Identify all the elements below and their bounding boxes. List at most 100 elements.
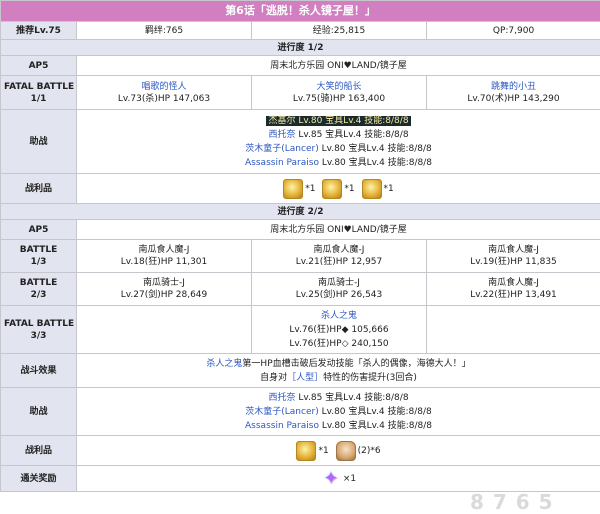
support-item: 杰基尔 Lv.80 宝具Lv.4 技能:8/8/8 <box>80 114 597 128</box>
enemy-stats: Lv.27(剑)HP 28,649 <box>120 290 208 300</box>
enemy-name[interactable]: 唱歌的怪人 <box>80 81 248 93</box>
loot-item[interactable]: *1 <box>322 178 355 199</box>
enemy-cell: 跳舞的小丑 Lv.70(术)HP 143,290 <box>425 75 600 110</box>
ap-row-1: AP5 周末北方乐园 ONI♥LAND/镜子屋 <box>0 55 600 76</box>
loot-row-1: 战利品 *1 *1 *1 <box>0 173 600 204</box>
enemy-name: 南瓜食人魔-J <box>488 245 539 255</box>
reward-item[interactable]: ✦ ×1 <box>321 467 356 489</box>
exp-value: 经验:25,815 <box>251 21 427 40</box>
enemy-stats: Lv.19(狂)HP 11,835 <box>470 257 557 267</box>
enemy-name: 南瓜食人魔-J <box>488 278 539 288</box>
section-header-2: 进行度 2/2 <box>0 203 600 220</box>
enemy-stats: Lv.70(术)HP 143,290 <box>467 93 560 104</box>
loot-list: *1 (2)*6 <box>75 435 600 466</box>
bond-value: 羁绊:765 <box>76 21 252 40</box>
loot-item[interactable]: *1 <box>283 178 316 199</box>
recommended-level: 推荐Lv.75 <box>0 21 77 40</box>
support-servant-link[interactable]: 杰基尔 Lv.80 宝具Lv.4 技能:8/8/8 <box>266 115 411 126</box>
support-row-1: 助战 杰基尔 Lv.80 宝具Lv.4 技能:8/8/8 西托奈 Lv.85 宝… <box>0 109 600 174</box>
ap-row-2: AP5 周末北方乐园 ONI♥LAND/镜子屋 <box>0 219 600 240</box>
enemy-cell: 杀人之鬼 Lv.76(狂)HP◆ 105,666 Lv.76(狂)HP◇ 240… <box>251 305 427 354</box>
location: 周末北方乐园 ONI♥LAND/镜子屋 <box>75 219 600 240</box>
qp-value: QP:7,900 <box>425 21 600 40</box>
effect-label: 战斗效果 <box>0 353 77 388</box>
info-row: 推荐Lv.75 羁绊:765 经验:25,815 QP:7,900 <box>0 21 600 40</box>
fatal-battle-row-1: FATAL BATTLE 1/1 唱歌的怪人 Lv.73(杀)HP 147,063… <box>0 75 600 110</box>
support-servant-link[interactable]: Assassin Paraiso <box>245 421 319 431</box>
quest-title: 第6话「逃脱！杀人镜子屋！」 <box>0 0 600 22</box>
battle-row: BATTLE 2/3 南瓜骑士-J Lv.27(剑)HP 28,649 南瓜骑士-… <box>0 272 600 306</box>
loot-label: 战利品 <box>0 173 77 204</box>
ap-label: AP5 <box>0 219 77 240</box>
reward-list: ✦ ×1 <box>75 465 600 492</box>
enemy-stats: Lv.76(狂)HP◇ 240,150 <box>289 338 389 349</box>
enemy-name: 南瓜食人魔-J <box>313 245 365 255</box>
enemy-cell: 南瓜食人魔-J Lv.22(狂)HP 13,491 <box>425 272 600 306</box>
loot-item[interactable]: *1 <box>361 178 394 199</box>
enemy-stats: Lv.73(杀)HP 147,063 <box>117 93 211 104</box>
reward-label: 通关奖励 <box>0 465 77 492</box>
saint-quartz-icon: ✦ <box>323 467 339 489</box>
support-servant-link[interactable]: 西托奈 <box>268 393 295 403</box>
ap-label: AP5 <box>0 55 77 76</box>
enemy-stats: Lv.25(剑)HP 26,543 <box>295 290 383 300</box>
gold-figure-icon <box>296 440 317 461</box>
enemy-stats: Lv.75(骑)HP 163,400 <box>292 93 386 104</box>
support-label: 助战 <box>0 109 77 174</box>
enemy-name[interactable]: 杀人之鬼 <box>255 309 423 323</box>
section-header-1: 进行度 1/2 <box>0 39 600 56</box>
loot-label: 战利品 <box>0 435 77 466</box>
support-list: 杰基尔 Lv.80 宝具Lv.4 技能:8/8/8 西托奈 Lv.85 宝具Lv… <box>75 109 600 174</box>
support-item: 西托奈 Lv.85 宝具Lv.4 技能:8/8/8 <box>268 392 409 403</box>
reward-row: 通关奖励 ✦ ×1 <box>0 465 600 492</box>
enemy-cell: 南瓜骑士-J Lv.25(剑)HP 26,543 <box>251 272 427 306</box>
support-item: 西托奈 Lv.85 宝具Lv.4 技能:8/8/8 <box>268 129 409 140</box>
enemy-name[interactable]: 大笑的船长 <box>255 81 423 93</box>
trait-link[interactable]: ［人型］ <box>287 373 323 383</box>
loot-row-2: 战利品 *1 (2)*6 <box>0 435 600 466</box>
enemy-name[interactable]: 跳舞的小丑 <box>430 81 597 93</box>
support-item: Assassin Paraiso Lv.80 宝具Lv.4 技能:8/8/8 <box>245 420 433 431</box>
fatal-battle-row-2: FATAL BATTLE 3/3 杀人之鬼 Lv.76(狂)HP◆ 105,666… <box>0 305 600 354</box>
battle-label: FATAL BATTLE 1/1 <box>0 75 77 110</box>
enemy-stats: Lv.22(狂)HP 13,491 <box>470 290 557 300</box>
loot-item[interactable]: (2)*6 <box>335 440 381 461</box>
support-list: 西托奈 Lv.85 宝具Lv.4 技能:8/8/8 茨木童子(Lancer) L… <box>75 387 600 436</box>
enemy-cell: 大笑的船长 Lv.75(骑)HP 163,400 <box>251 75 427 110</box>
support-servant-link[interactable]: 西托奈 <box>268 130 295 140</box>
support-servant-link[interactable]: Assassin Paraiso <box>245 158 319 168</box>
enemy-stats: Lv.76(狂)HP◆ 105,666 <box>289 324 389 335</box>
gold-figure-icon <box>361 178 382 199</box>
effect-text: 杀人之鬼第一HP血槽击破后发动技能「杀人的偶像，海德大人！」 自身对［人型］特性… <box>75 353 600 388</box>
empty-cell <box>76 305 252 354</box>
bottle-icon <box>335 440 356 461</box>
support-item: 茨木童子(Lancer) Lv.80 宝具Lv.4 技能:8/8/8 <box>245 406 432 417</box>
battle-row: BATTLE 1/3 南瓜食人魔-J Lv.18(狂)HP 11,301 南瓜食人… <box>0 239 600 273</box>
support-item: Assassin Paraiso Lv.80 宝具Lv.4 技能:8/8/8 <box>245 157 433 168</box>
effect-enemy-link[interactable]: 杀人之鬼 <box>206 359 242 369</box>
battle-label: BATTLE 2/3 <box>0 272 77 306</box>
enemy-name: 南瓜骑士-J <box>318 278 360 288</box>
effect-row: 战斗效果 杀人之鬼第一HP血槽击破后发动技能「杀人的偶像，海德大人！」 自身对［… <box>0 353 600 388</box>
enemy-cell: 南瓜食人魔-J Lv.21(狂)HP 12,957 <box>251 239 427 273</box>
loot-item[interactable]: *1 <box>296 440 329 461</box>
enemy-cell: 南瓜食人魔-J Lv.18(狂)HP 11,301 <box>76 239 252 273</box>
loot-list: *1 *1 *1 <box>75 173 600 204</box>
support-item: 茨木童子(Lancer) Lv.80 宝具Lv.4 技能:8/8/8 <box>245 143 432 154</box>
support-row-2: 助战 西托奈 Lv.85 宝具Lv.4 技能:8/8/8 茨木童子(Lancer… <box>0 387 600 436</box>
gold-figure-icon <box>283 178 304 199</box>
enemy-name: 南瓜食人魔-J <box>138 245 190 255</box>
support-servant-link[interactable]: 茨木童子(Lancer) <box>245 144 318 154</box>
empty-cell <box>425 305 600 354</box>
support-servant-link[interactable]: 茨木童子(Lancer) <box>245 407 318 417</box>
battle-label: FATAL BATTLE 3/3 <box>0 305 77 354</box>
enemy-stats: Lv.21(狂)HP 12,957 <box>295 257 383 267</box>
enemy-cell: 南瓜食人魔-J Lv.19(狂)HP 11,835 <box>425 239 600 273</box>
title-row: 第6话「逃脱！杀人镜子屋！」 <box>0 0 600 22</box>
support-label: 助战 <box>0 387 77 436</box>
location: 周末北方乐园 ONI♥LAND/镜子屋 <box>75 55 600 76</box>
enemy-cell: 南瓜骑士-J Lv.27(剑)HP 28,649 <box>76 272 252 306</box>
enemy-stats: Lv.18(狂)HP 11,301 <box>120 257 208 267</box>
battle-label: BATTLE 1/3 <box>0 239 77 273</box>
quest-table: 第6话「逃脱！杀人镜子屋！」 推荐Lv.75 羁绊:765 经验:25,815 … <box>0 0 600 492</box>
